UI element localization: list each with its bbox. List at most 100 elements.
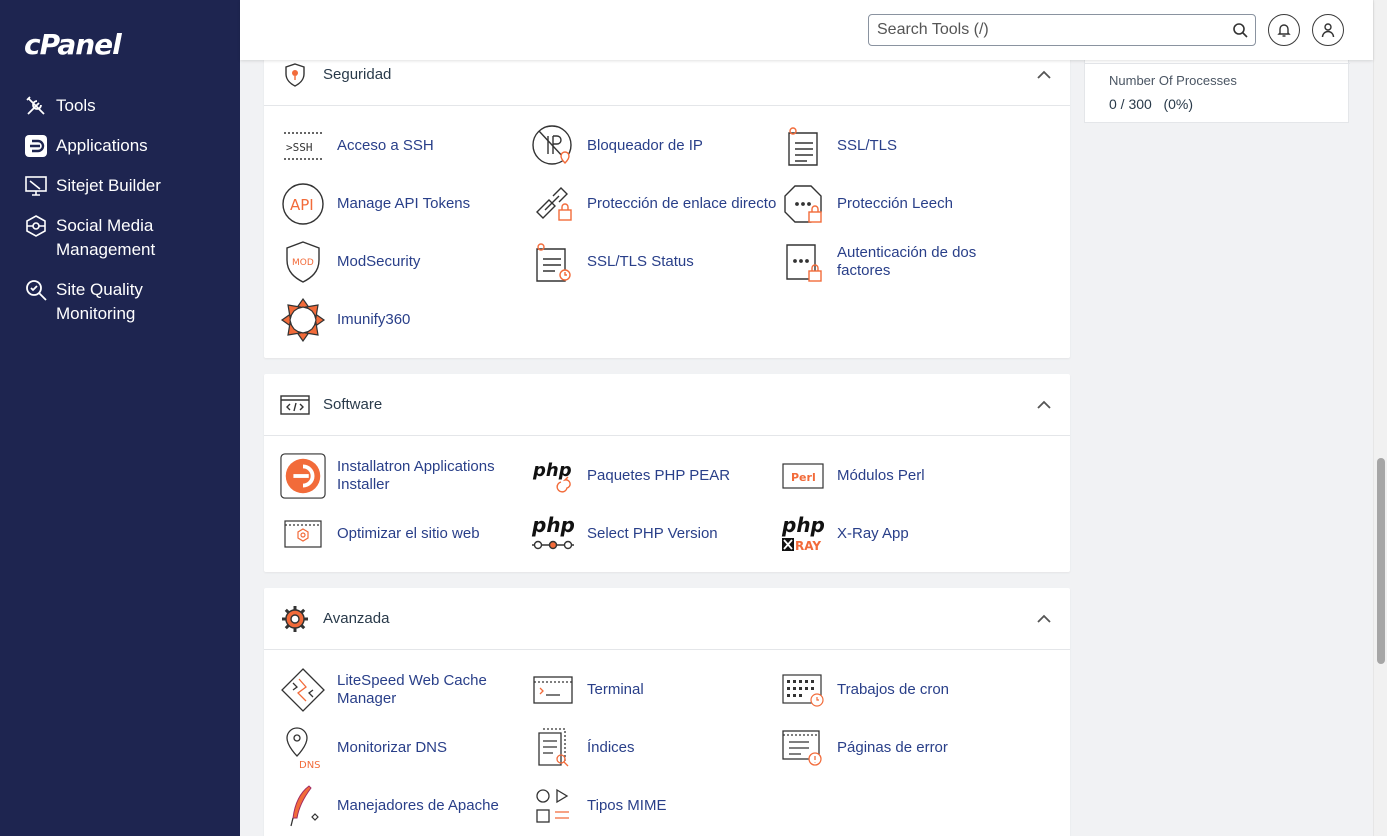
sidebar-item-sitejet-builder[interactable]: Sitejet Builder <box>0 174 240 198</box>
code-window-icon <box>280 390 310 420</box>
scrollbar-thumb[interactable] <box>1377 458 1385 664</box>
panel-advanced-header[interactable]: Avanzada <box>264 588 1070 650</box>
tool-dns-monitor[interactable]: DNS Monitorizar DNS <box>280 722 530 774</box>
page-scrollbar[interactable] <box>1373 0 1387 836</box>
tool-label: Protección de enlace directo <box>587 195 777 212</box>
tool-cron-jobs[interactable]: Trabajos de cron <box>780 664 1030 716</box>
tool-mime-types[interactable]: Tipos MIME <box>530 780 780 832</box>
sidebar-item-applications[interactable]: Applications <box>0 134 240 158</box>
sidebar-item-tools[interactable]: Tools <box>0 94 240 118</box>
tool-ssl-tls[interactable]: SSL/TLS <box>780 120 1030 172</box>
sidebar-nav: Tools Applications Sitejet Builder Socia… <box>0 94 240 342</box>
certificate-icon <box>780 123 826 169</box>
tool-label: Monitorizar DNS <box>337 739 448 756</box>
svg-text:php: php <box>781 514 825 537</box>
tool-label: Terminal <box>587 681 644 698</box>
magnifier-check-icon <box>24 278 48 302</box>
tool-imunify360[interactable]: Imunify360 <box>280 294 530 346</box>
tool-error-pages[interactable]: Páginas de error <box>780 722 1030 774</box>
tool-label: Paquetes PHP PEAR <box>587 467 731 484</box>
php-pear-icon: php <box>530 453 576 499</box>
applications-icon <box>24 134 48 158</box>
notifications-button[interactable] <box>1268 14 1300 46</box>
tool-php-pear[interactable]: php Paquetes PHP PEAR <box>530 450 780 502</box>
tool-label: Manage API Tokens <box>337 195 471 212</box>
tool-label: LiteSpeed Web Cache Manager <box>337 672 487 707</box>
tool-label: SSL/TLS Status <box>587 253 694 270</box>
tool-select-php-version[interactable]: php Select PHP Version <box>530 508 780 560</box>
search-input[interactable] <box>869 15 1225 45</box>
panel-title: Avanzada <box>323 610 390 627</box>
ip-blocker-icon <box>530 123 576 169</box>
tool-label: Acceso a SSH <box>337 137 434 154</box>
tool-litespeed-cache[interactable]: LiteSpeed Web Cache Manager <box>280 664 530 716</box>
tool-ssh-access[interactable]: >SSH Acceso a SSH <box>280 120 530 172</box>
index-document-icon <box>530 725 576 771</box>
panel-software-header[interactable]: Software <box>264 374 1070 436</box>
tool-label: Tipos MIME <box>587 797 667 814</box>
user-menu-button[interactable] <box>1312 14 1344 46</box>
tool-two-factor-auth[interactable]: Autenticación de dos factores <box>780 236 1030 288</box>
installatron-icon <box>280 453 326 499</box>
tool-perl-modules[interactable]: Perl Módulos Perl <box>780 450 1030 502</box>
tool-ssl-tls-status[interactable]: SSL/TLS Status <box>530 236 780 288</box>
tool-installatron[interactable]: Installatron Applications Installer <box>280 450 530 502</box>
tool-xray-app[interactable]: php RAY X-Ray App <box>780 508 1030 560</box>
svg-text:>SSH: >SSH <box>286 141 313 154</box>
tool-label: Installatron Applications Installer <box>337 458 495 493</box>
chevron-up-icon[interactable] <box>1036 612 1052 626</box>
sidebar-item-social-media[interactable]: Social Media Management <box>0 214 240 262</box>
tool-optimize-website[interactable]: Optimizar el sitio web <box>280 508 530 560</box>
user-icon <box>1321 23 1335 38</box>
tool-label: Páginas de error <box>837 739 948 756</box>
top-bar <box>240 0 1373 60</box>
tool-label: ModSecurity <box>337 253 421 270</box>
panel-advanced: Avanzada LiteSpeed Web Cache Manager Ter… <box>264 588 1070 836</box>
tool-label: Trabajos de cron <box>837 681 950 698</box>
processes-title: Number Of Processes <box>1109 73 1237 88</box>
chevron-up-icon[interactable] <box>1036 68 1052 82</box>
calendar-clock-icon <box>780 667 826 713</box>
chain-link-lock-icon <box>530 181 576 227</box>
cpanel-logo[interactable]: cPanel <box>24 28 122 61</box>
two-factor-lock-icon <box>780 239 826 285</box>
sidebar-item-label: Sitejet Builder <box>56 176 161 195</box>
tool-manage-api-tokens[interactable]: API Manage API Tokens <box>280 178 530 230</box>
tool-leech-protection[interactable]: Protección Leech <box>780 178 1030 230</box>
php-xray-icon: php RAY <box>780 511 826 557</box>
svg-text:API: API <box>290 196 314 214</box>
tool-label: Módulos Perl <box>837 467 925 484</box>
panel-security-tools: >SSH Acceso a SSH Bloqueador de IP SSL/T… <box>264 106 1070 343</box>
tool-apache-handlers[interactable]: Manejadores de Apache <box>280 780 530 832</box>
terminal-icon <box>530 667 576 713</box>
tool-hotlink-protection[interactable]: Protección de enlace directo <box>530 178 780 230</box>
panel-security: Seguridad >SSH Acceso a SSH Bloqueador d… <box>264 44 1070 358</box>
tool-modsecurity[interactable]: MOD ModSecurity <box>280 236 530 288</box>
tool-label: Manejadores de Apache <box>337 797 499 814</box>
error-page-icon <box>780 725 826 771</box>
chevron-up-icon[interactable] <box>1036 398 1052 412</box>
optimize-gear-icon <box>280 511 326 557</box>
tool-terminal[interactable]: Terminal <box>530 664 780 716</box>
sidebar-item-site-quality[interactable]: Site Quality Monitoring <box>0 278 240 326</box>
search-box <box>868 14 1256 46</box>
svg-text:php: php <box>531 514 575 537</box>
sidebar-item-label: Tools <box>56 96 96 115</box>
modsecurity-shield-icon: MOD <box>280 239 326 285</box>
search-icon[interactable] <box>1225 22 1255 38</box>
social-network-icon <box>24 214 48 238</box>
litespeed-icon <box>280 667 326 713</box>
sidebar-item-label: Applications <box>56 136 148 155</box>
stats-divider <box>1085 63 1350 64</box>
tool-label: Optimizar el sitio web <box>337 525 480 542</box>
svg-text:RAY: RAY <box>795 539 821 553</box>
ssh-terminal-icon: >SSH <box>280 123 326 169</box>
tool-ip-blocker[interactable]: Bloqueador de IP <box>530 120 780 172</box>
svg-text:Perl: Perl <box>791 471 816 484</box>
tool-indexes[interactable]: Índices <box>530 722 780 774</box>
shield-icon <box>280 60 310 90</box>
svg-text:DNS: DNS <box>299 760 321 770</box>
tool-label: Bloqueador de IP <box>587 137 703 154</box>
octagon-lock-icon <box>780 181 826 227</box>
processes-value: 0 / 300 (0%) <box>1109 96 1194 112</box>
